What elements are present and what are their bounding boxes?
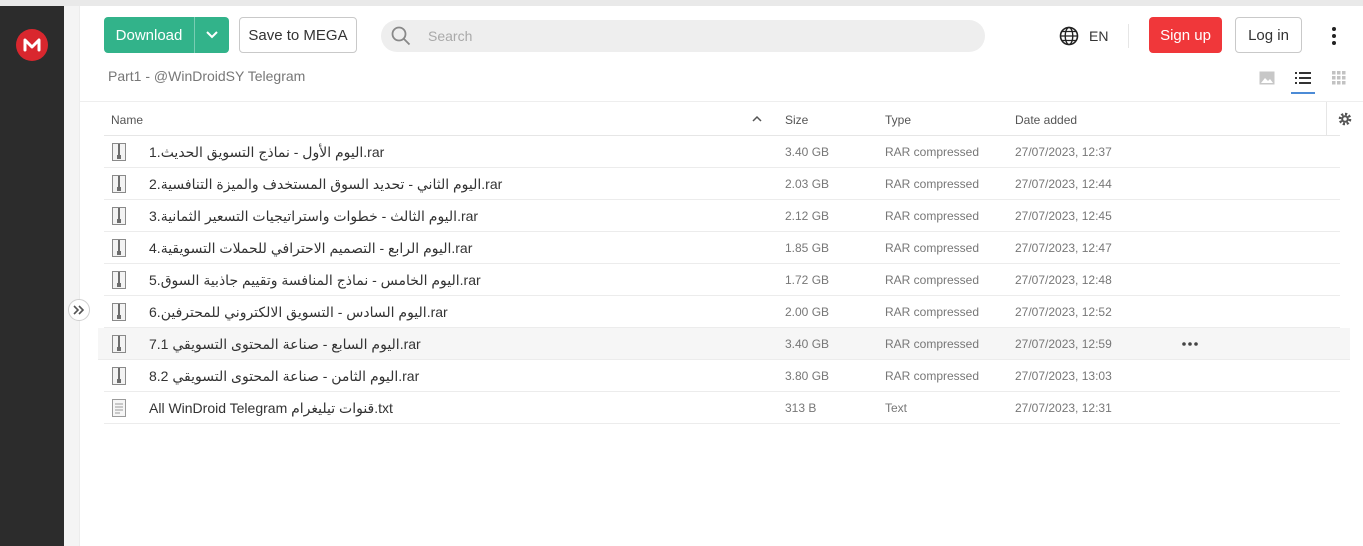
search-input[interactable]: [428, 28, 968, 44]
file-list: 1.اليوم الأول - نماذج التسويق الحديث.rar…: [98, 136, 1350, 424]
file-row[interactable]: 1.اليوم الأول - نماذج التسويق الحديث.rar…: [104, 136, 1340, 168]
file-name[interactable]: 2.اليوم الثاني - تحديد السوق المستخدف وا…: [149, 176, 502, 193]
file-name[interactable]: 5.اليوم الخامس - نماذج المنافسة وتقييم ج…: [149, 272, 481, 289]
file-size: 1.85 GB: [785, 241, 830, 255]
file-row[interactable]: 6.اليوم السادس - التسويق الالكتروني للمح…: [104, 296, 1340, 328]
file-size: 313 B: [785, 401, 817, 415]
save-to-mega-button[interactable]: Save to MEGA: [239, 17, 357, 53]
file-type: RAR compressed: [885, 369, 980, 383]
sort-ascending-icon[interactable]: [751, 113, 763, 125]
file-type: RAR compressed: [885, 337, 980, 351]
row-more-button[interactable]: [1180, 335, 1200, 353]
text-file-icon: [112, 399, 126, 417]
sidebar: [0, 6, 64, 546]
file-type: RAR compressed: [885, 209, 980, 223]
file-date: 27/07/2023, 13:03: [1015, 369, 1112, 383]
column-header-type[interactable]: Type: [885, 113, 911, 127]
search-box[interactable]: [381, 20, 985, 52]
file-name[interactable]: 7.1 اليوم السابع - صناعة المحتوى التسويق…: [149, 336, 421, 353]
mega-m-icon: [23, 38, 41, 52]
main-area: Download Save to MEGA EN Sign up Log in …: [80, 6, 1363, 546]
file-type: RAR compressed: [885, 177, 980, 191]
file-row[interactable]: 4.اليوم الرابع - التصميم الاحترافي للحمل…: [104, 232, 1340, 264]
file-name[interactable]: All WinDroid Telegram قنوات تيليغرام.txt: [149, 400, 393, 417]
file-type: RAR compressed: [885, 241, 980, 255]
view-controls: [1255, 66, 1363, 94]
image-icon: [1259, 71, 1275, 85]
file-row[interactable]: All WinDroid Telegram قنوات تيليغرام.txt…: [104, 392, 1340, 424]
archive-icon: [112, 367, 126, 385]
file-size: 2.00 GB: [785, 305, 830, 319]
language-label: EN: [1089, 28, 1109, 44]
file-size: 1.72 GB: [785, 273, 830, 287]
list-view-button[interactable]: [1291, 66, 1315, 94]
table-header: Name Size Type Date added: [104, 102, 1340, 136]
gear-icon: [1338, 112, 1352, 126]
file-date: 27/07/2023, 12:48: [1015, 273, 1112, 287]
file-type: Text: [885, 401, 908, 415]
file-date: 27/07/2023, 12:52: [1015, 305, 1112, 319]
file-date: 27/07/2023, 12:31: [1015, 401, 1112, 415]
search-icon: [391, 26, 411, 46]
file-size: 3.40 GB: [785, 337, 830, 351]
column-header-size[interactable]: Size: [785, 113, 808, 127]
thumbnail-view-button[interactable]: [1255, 66, 1279, 90]
download-dropdown-toggle[interactable]: [195, 31, 229, 39]
file-name[interactable]: 1.اليوم الأول - نماذج التسويق الحديث.rar: [149, 144, 384, 161]
file-name[interactable]: 6.اليوم السادس - التسويق الالكتروني للمح…: [149, 304, 448, 321]
more-horizontal-icon: [1182, 342, 1198, 346]
file-name[interactable]: 4.اليوم الرابع - التصميم الاحترافي للحمل…: [149, 240, 472, 257]
column-header-name[interactable]: Name: [111, 113, 143, 127]
archive-icon: [112, 143, 126, 161]
file-name[interactable]: 8.2 اليوم الثامن - صناعة المحتوى التسويق…: [149, 368, 419, 385]
file-name[interactable]: 3.اليوم الثالث - خطوات واستراتيجيات التس…: [149, 208, 478, 225]
file-date: 27/07/2023, 12:47: [1015, 241, 1112, 255]
file-date: 27/07/2023, 12:59: [1015, 337, 1112, 351]
globe-icon: [1059, 26, 1079, 46]
file-type: RAR compressed: [885, 273, 980, 287]
archive-icon: [112, 335, 126, 353]
grid-icon: [1332, 71, 1346, 85]
chevron-down-icon: [206, 31, 218, 39]
download-label: Download: [115, 26, 183, 44]
more-vertical-icon: [1332, 27, 1336, 45]
sign-up-button[interactable]: Sign up: [1149, 17, 1222, 53]
download-button[interactable]: Download: [104, 17, 229, 53]
file-size: 3.80 GB: [785, 369, 830, 383]
more-menu-button[interactable]: [1324, 24, 1344, 48]
side-panel-strip: [64, 6, 80, 546]
file-row[interactable]: 2.اليوم الثاني - تحديد السوق المستخدف وا…: [104, 168, 1340, 200]
file-date: 27/07/2023, 12:45: [1015, 209, 1112, 223]
file-size: 2.03 GB: [785, 177, 830, 191]
file-type: RAR compressed: [885, 305, 980, 319]
grid-view-button[interactable]: [1327, 66, 1351, 90]
file-row[interactable]: 7.1 اليوم السابع - صناعة المحتوى التسويق…: [98, 328, 1350, 360]
archive-icon: [112, 175, 126, 193]
column-header-date[interactable]: Date added: [1015, 113, 1077, 127]
file-row[interactable]: 5.اليوم الخامس - نماذج المنافسة وتقييم ج…: [104, 264, 1340, 296]
archive-icon: [112, 303, 126, 321]
column-settings-button[interactable]: [1326, 102, 1363, 136]
file-size: 3.40 GB: [785, 145, 830, 159]
language-selector[interactable]: EN: [1059, 24, 1108, 48]
file-row[interactable]: 3.اليوم الثالث - خطوات واستراتيجيات التس…: [104, 200, 1340, 232]
file-date: 27/07/2023, 12:44: [1015, 177, 1112, 191]
file-size: 2.12 GB: [785, 209, 830, 223]
file-row[interactable]: 8.2 اليوم الثامن - صناعة المحتوى التسويق…: [104, 360, 1340, 392]
archive-icon: [112, 207, 126, 225]
archive-icon: [112, 239, 126, 257]
file-date: 27/07/2023, 12:37: [1015, 145, 1112, 159]
archive-icon: [112, 271, 126, 289]
file-type: RAR compressed: [885, 145, 980, 159]
mega-logo[interactable]: [16, 29, 48, 61]
list-icon: [1295, 72, 1311, 84]
breadcrumb: Part1 - @WinDroidSY Telegram: [108, 68, 306, 84]
log-in-button[interactable]: Log in: [1235, 17, 1302, 53]
